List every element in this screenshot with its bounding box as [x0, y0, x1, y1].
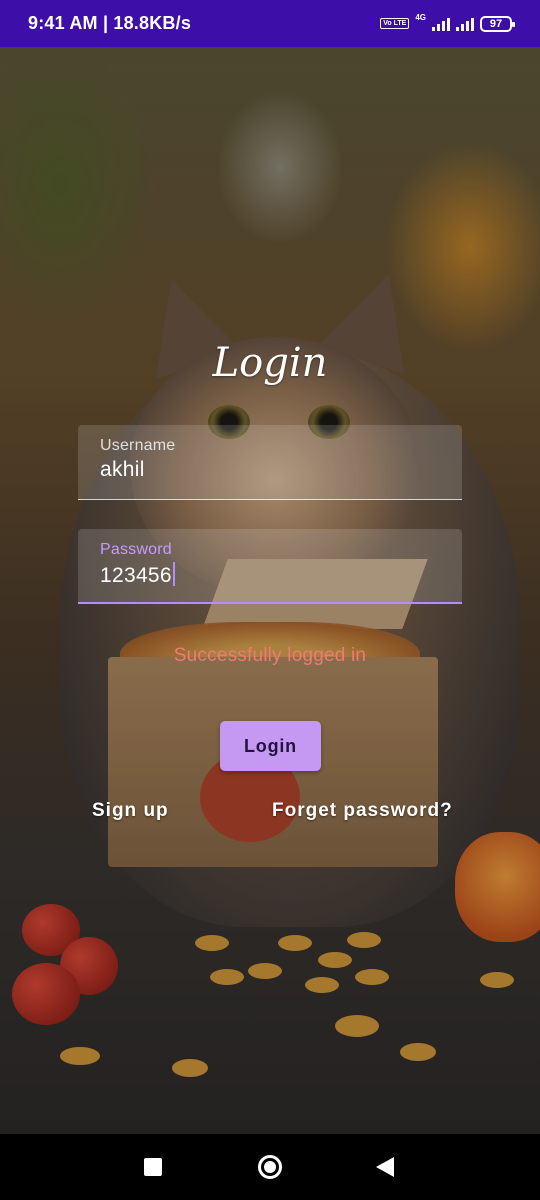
- login-status-message: Successfully logged in: [173, 645, 367, 666]
- text-cursor: [172, 562, 175, 586]
- volte-icon: Vo LTE: [380, 18, 410, 29]
- battery-icon: 97: [480, 15, 515, 32]
- square-icon: [144, 1158, 162, 1176]
- password-label: Password: [100, 541, 172, 558]
- home-button[interactable]: [230, 1134, 310, 1200]
- login-button[interactable]: Login: [220, 721, 321, 771]
- status-bar: 9:41 AM | 18.8KB/s Vo LTE 4G 97: [0, 0, 540, 47]
- network-type: 4G: [415, 13, 426, 22]
- login-title: Login: [212, 340, 328, 386]
- back-button[interactable]: [345, 1134, 425, 1200]
- status-icons: Vo LTE 4G 97: [380, 13, 515, 32]
- username-field[interactable]: Username akhil: [78, 425, 462, 500]
- password-input-wrap[interactable]: 123456: [100, 562, 175, 588]
- triangle-back-icon: [376, 1157, 394, 1177]
- navigation-bar: [0, 1134, 540, 1200]
- signup-link[interactable]: Sign up: [92, 800, 169, 822]
- status-time-speed: 9:41 AM | 18.8KB/s: [28, 13, 192, 33]
- forget-password-link[interactable]: Forget password?: [272, 800, 453, 822]
- signal-icon: [432, 17, 450, 31]
- username-label: Username: [100, 437, 176, 454]
- password-value[interactable]: 123456: [100, 564, 172, 587]
- circle-icon: [258, 1155, 282, 1179]
- username-value[interactable]: akhil: [100, 458, 145, 482]
- recents-button[interactable]: [113, 1134, 193, 1200]
- signal-icon-2: [456, 17, 474, 31]
- password-field[interactable]: Password 123456: [78, 529, 462, 604]
